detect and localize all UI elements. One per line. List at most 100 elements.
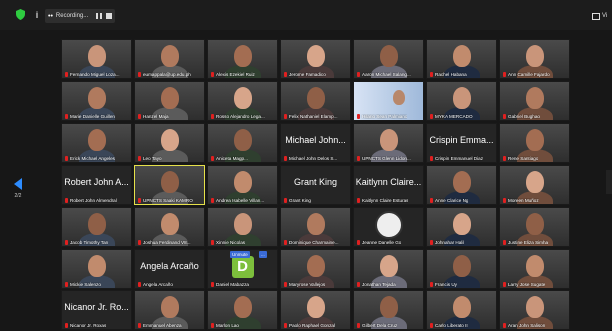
participant-avatar: D [231,255,254,278]
participant-tile[interactable]: Gabriel Bughao [499,80,570,121]
view-button[interactable]: Vi [592,9,612,23]
stop-recording-icon[interactable] [106,13,112,19]
muted-mic-icon [284,281,287,287]
participant-tile[interactable]: Robert John A... Robert John Almendral [61,164,132,205]
participant-name-label: Anne Clarice Ng [430,197,469,203]
participant-tile[interactable]: Hilario Sean Palmiano [353,80,424,121]
participant-name: Moreen Muñoz [508,197,539,203]
participant-tile[interactable]: Marie Danielle Guillen [61,80,132,121]
participant-tile[interactable]: Jacob Timothy Tan [61,206,132,247]
participant-tile[interactable]: Hanzel Maja [134,80,205,121]
participant-tile[interactable]: Angela Arcaño Angela Arcaño [134,248,205,289]
participant-name-label: eumappala@up.edu.ph [138,72,191,77]
participant-tile[interactable]: Andrea Isabelle Villan... [207,164,278,205]
participant-name: Daniel Mabazza [216,281,249,287]
recording-indicator: •• Recording... [45,9,115,23]
participant-tile[interactable]: Alexis Ezekiel Ruiz [207,39,278,79]
participant-name-label: Maryrose Vallejos [284,281,325,287]
participant-name: Francis Uy [435,281,457,287]
participant-video-face [233,212,252,235]
participant-tile[interactable]: Paolo Raphael Gonzal [280,290,351,331]
participant-tile[interactable]: Francis Uy [426,248,497,289]
participant-video-face [452,254,471,277]
more-options-button[interactable]: ... [259,250,267,258]
muted-mic-icon [284,113,287,119]
participant-tile[interactable]: Larry Jose Sugate [499,248,570,289]
participant-tile[interactable]: Rachel Habana [426,39,497,79]
muted-mic-icon [430,72,433,77]
participant-tile[interactable]: eumappala@up.edu.ph [134,39,205,79]
participant-tile[interactable]: Maryrose Vallejos [280,248,351,289]
participant-tile[interactable]: Aran John Salison [499,290,570,331]
meeting-info-icon[interactable]: i [32,9,42,20]
participant-tile[interactable]: Leo Tayo [134,122,205,163]
participant-name: Kaitlynn Claire Esturas [362,197,409,203]
muted-mic-icon [65,113,68,119]
participant-tile[interactable]: Gilbert Dela Cruz [353,290,424,331]
organization-logo [374,210,403,239]
previous-page-button[interactable]: 2/2 [12,178,24,199]
participant-name: Dominique Charmaine... [289,239,339,245]
next-page-button[interactable] [606,170,612,194]
participant-name: Crispin Emmanuel Diaz [435,155,483,161]
participant-tile[interactable]: Dominique Charmaine... [280,206,351,247]
participant-tile[interactable]: Carlo Liberato II [426,290,497,331]
participant-tile[interactable]: Xinnie Nicolas [207,206,278,247]
participant-name-label: Jonathan Tejada [357,281,396,287]
participant-tile[interactable]: Grant King Grant King [280,164,351,205]
muted-mic-icon [284,239,287,245]
participant-name-label: Joshua Ferdinand V8... [138,239,191,245]
participant-tile[interactable]: Ann Camille Fajardo [499,39,570,79]
pause-recording-icon[interactable] [96,13,102,19]
participant-name: Anne Clarice Ng [435,197,469,203]
participant-name: Andrea Isabelle Villan... [216,197,265,203]
participant-video-face [452,212,471,235]
participant-tile[interactable]: Jeanne Danelle Go [353,206,424,247]
participant-video-face [379,296,398,319]
participant-tile[interactable]: Aaron Michael Salang... [353,39,424,79]
participant-video-face [160,296,179,319]
participant-tile[interactable]: UPNCTS Saaki KAMRO [134,164,205,205]
muted-mic-icon [138,72,141,77]
unmute-button[interactable]: Unmute [230,250,250,258]
muted-mic-icon [430,323,433,329]
participant-name: Hanzel Maja [143,113,169,119]
participant-name-label: Aaron Michael Salang... [357,72,411,77]
participant-tile[interactable]: Mickie Salenzo [61,248,132,289]
participant-video-face [160,45,179,67]
participant-tile[interactable]: Johnahar Halil [426,206,497,247]
participant-tile[interactable]: Fernando Miguel Loza... [61,39,132,79]
participant-tile[interactable]: Erick Michael Angeles [61,122,132,163]
participant-tile[interactable]: Jerome Famadico [280,39,351,79]
muted-mic-icon [65,72,68,77]
participant-name: Felix Nathaniel Elamp... [289,113,338,119]
muted-mic-icon [503,113,506,119]
participant-tile[interactable]: Rene Santiago [499,122,570,163]
participant-tile[interactable]: Michael John... Michael John Delos S... [280,122,351,163]
participant-tile[interactable]: Joshua Ferdinand V8... [134,206,205,247]
participant-name: Gilbert Dela Cruz [362,323,398,329]
participant-name: Johnahar Halil [435,239,465,245]
participant-tile[interactable]: Anne Clarice Ng [426,164,497,205]
muted-mic-icon [284,197,287,203]
participant-tile[interactable]: Moreen Muñoz [499,164,570,205]
participant-video-face [525,45,544,67]
participant-tile[interactable]: Crispin Emma... Crispin Emmanuel Diaz [426,122,497,163]
participant-tile[interactable]: Kaitlynn Claire... Kaitlynn Claire Estura… [353,164,424,205]
muted-mic-icon [357,72,360,77]
participant-name: Hilario Sean Palmiano [362,113,408,119]
participant-tile[interactable]: Justine Eliza Simha [499,206,570,247]
participant-tile[interactable]: Marlon Lao [207,290,278,331]
participant-tile[interactable]: MYKA MERCADO [426,80,497,121]
muted-mic-icon [211,197,214,203]
participant-tile[interactable]: Jonathan Tejada [353,248,424,289]
participant-tile[interactable]: Nicanor Jr. Ro... Nicanor Jr. Roxas [61,290,132,331]
participant-tile[interactable]: Rosso Alejandro Lega... [207,80,278,121]
participant-tile[interactable]: Emmanuel Abenza [134,290,205,331]
security-shield-icon[interactable] [16,9,25,20]
participant-tile[interactable]: UPNCTS Glenn Lidon... [353,122,424,163]
participant-tile[interactable]: Aniceta Magp... [207,122,278,163]
participant-tile[interactable]: D Unmute... Daniel Mabazza [207,248,278,289]
participant-tile[interactable]: Felix Nathaniel Elamp... [280,80,351,121]
participant-name: Michael John Delos S... [289,155,338,161]
